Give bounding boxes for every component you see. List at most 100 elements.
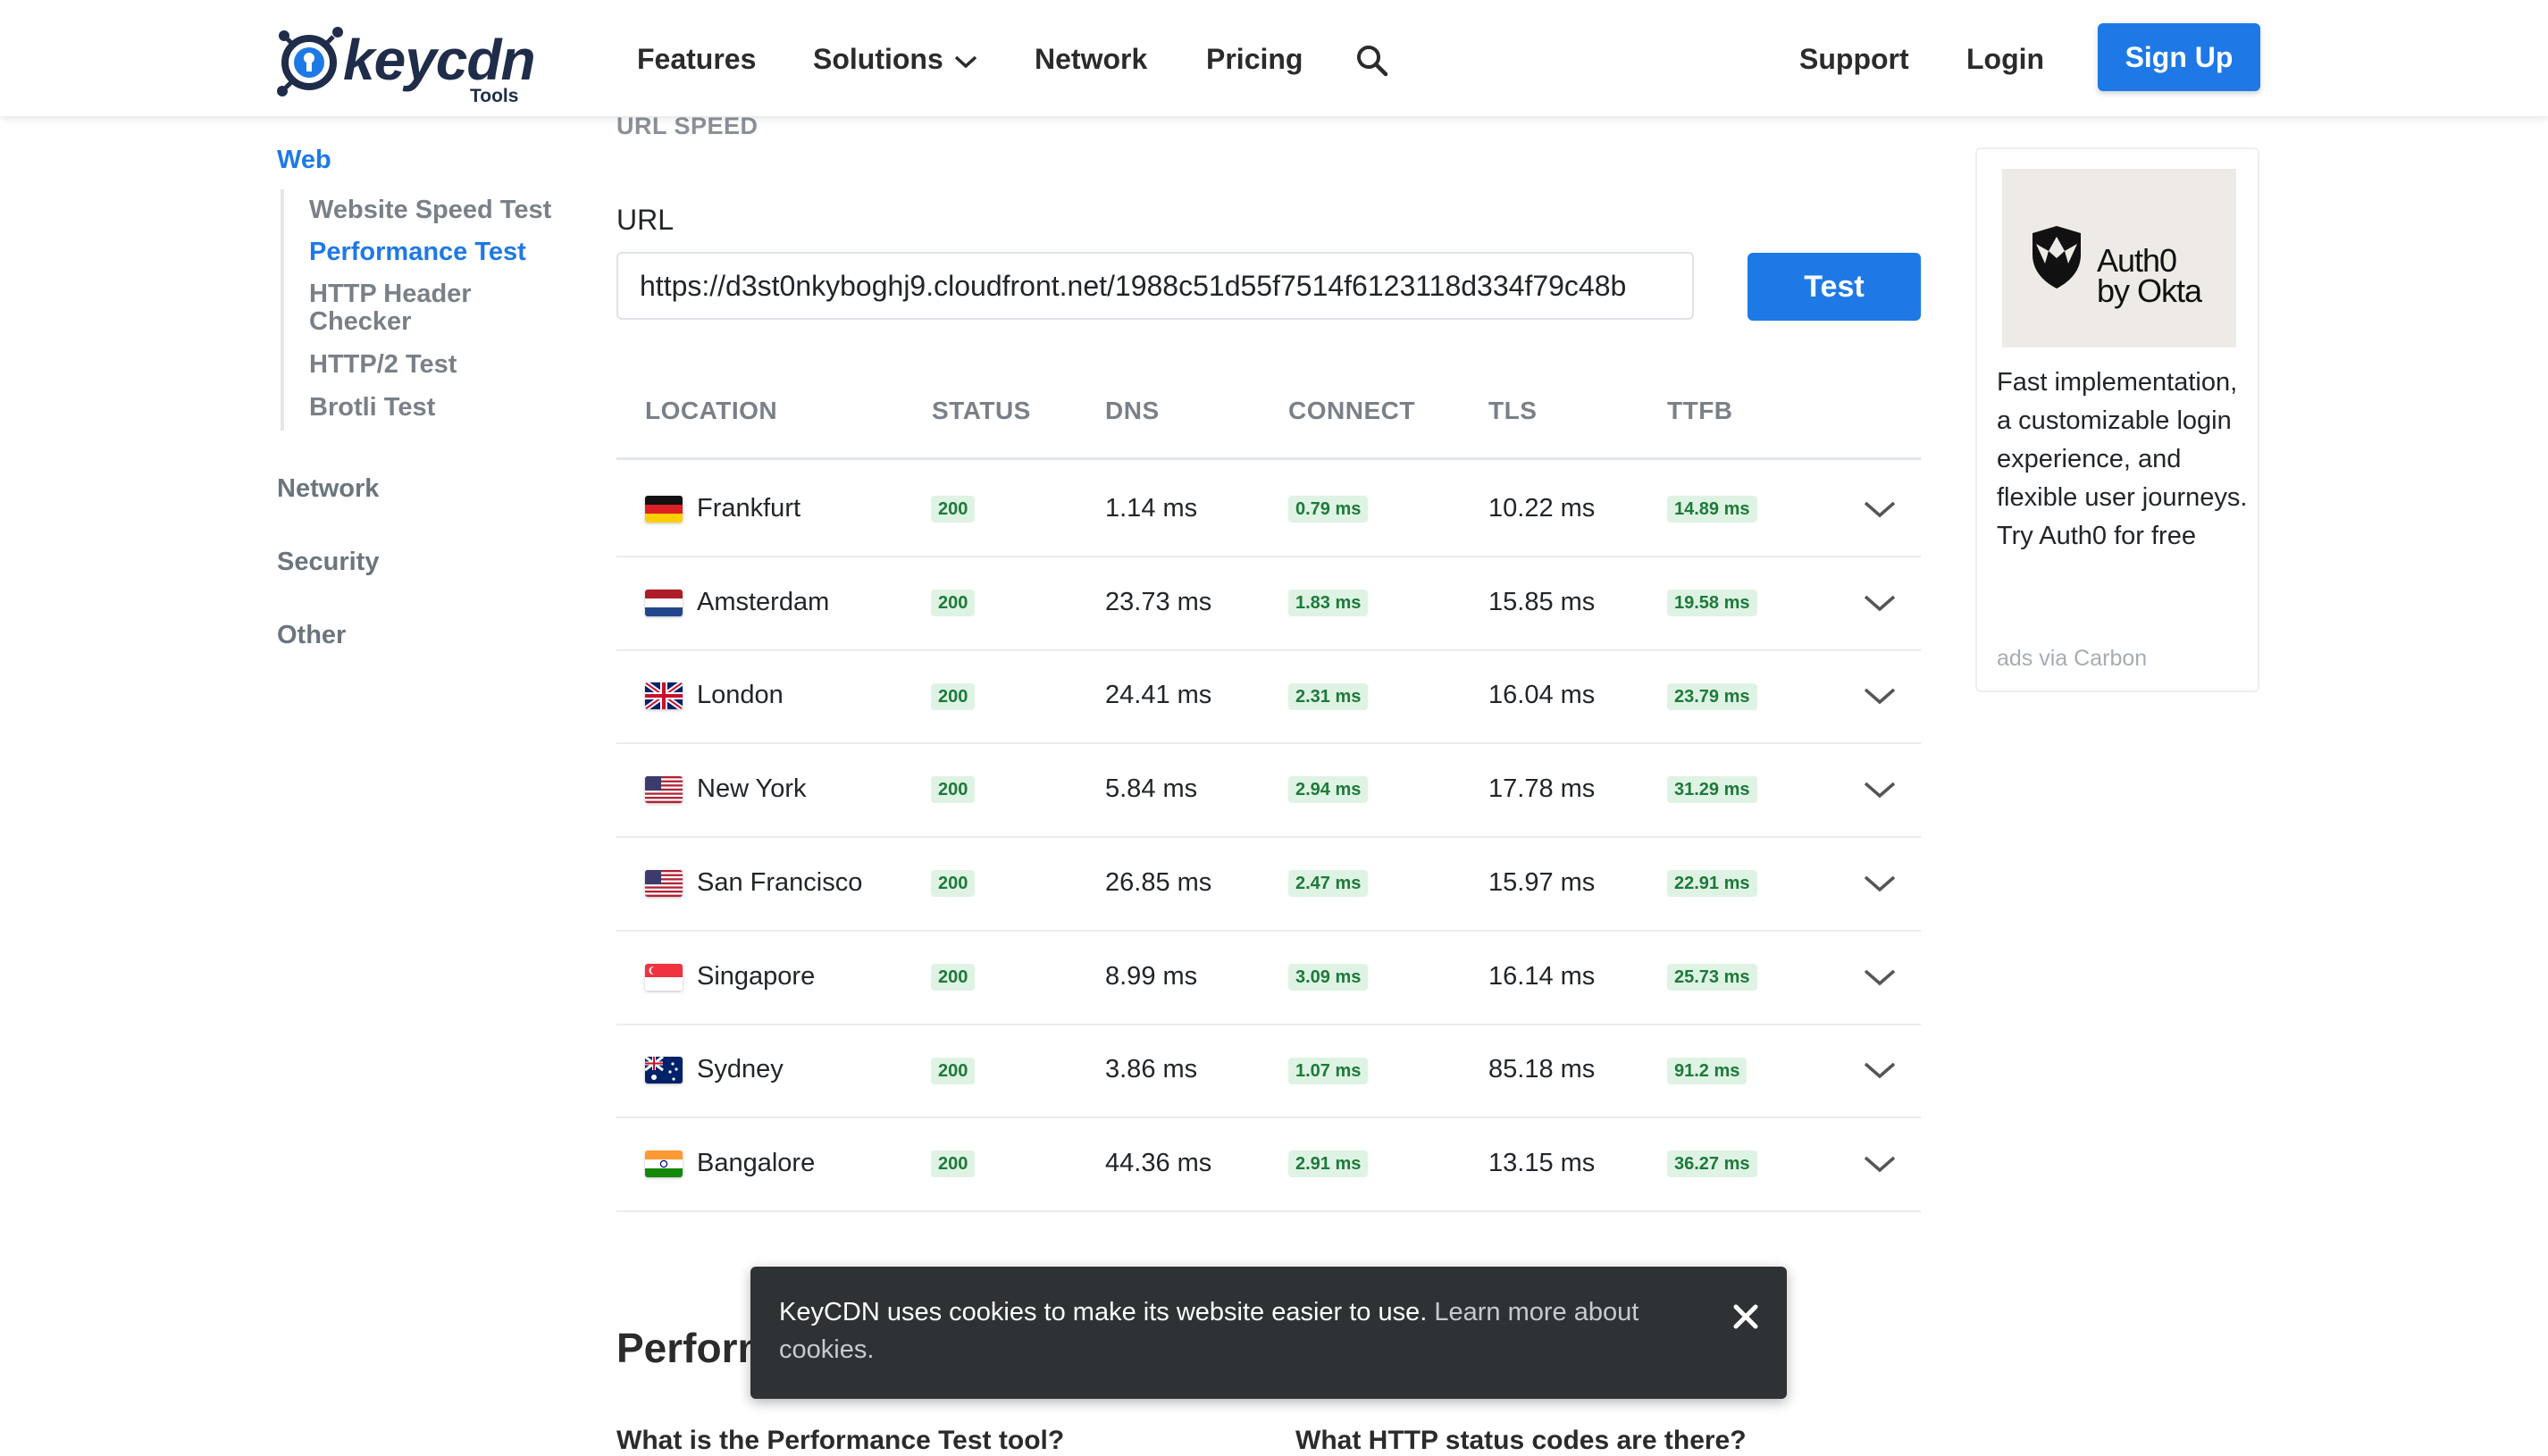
dns-cell: 44.36 ms xyxy=(1105,1148,1212,1177)
table-row[interactable]: Singapore 200 8.99 ms 3.09 ms 16.14 ms 25.73 … xyxy=(616,930,1921,1025)
ad-text[interactable]: Fast implementation, a customizable logi… xyxy=(1997,364,2250,556)
tls-cell: 10.22 ms xyxy=(1488,494,1596,523)
sidebar-link-website-speed-test[interactable]: Website Speed Test xyxy=(309,197,577,224)
column-header-ttfb: TTFB xyxy=(1667,397,1733,424)
location-cell: San Francisco xyxy=(697,867,863,897)
ttfb-badge: 14.89 ms xyxy=(1667,496,1757,523)
flag-icon xyxy=(645,1150,683,1177)
connect-badge: 1.07 ms xyxy=(1288,1057,1369,1084)
chevron-down-icon[interactable] xyxy=(1860,496,1899,523)
connect-badge: 2.47 ms xyxy=(1288,870,1369,898)
carbon-ad[interactable]: Auth0 by Okta Fast implementation, a cus… xyxy=(1975,147,2259,692)
flag-icon xyxy=(645,682,683,710)
close-icon[interactable] xyxy=(1731,1302,1760,1331)
column-header-connect: CONNECT xyxy=(1288,397,1415,424)
chevron-down-icon[interactable] xyxy=(1860,964,1899,991)
nav-network[interactable]: Network xyxy=(1035,39,1147,79)
ttfb-cell: 25.73 ms xyxy=(1667,930,1757,1024)
nav-solutions[interactable]: Solutions xyxy=(813,39,979,79)
site-header: keycdn Tools Features Solutions Network … xyxy=(0,0,2548,116)
status-badge: 200 xyxy=(931,870,976,898)
logo-wordmark: keycdn xyxy=(343,28,536,92)
ttfb-badge: 19.58 ms xyxy=(1667,590,1757,617)
flag-icon xyxy=(645,589,683,616)
ttfb-badge: 91.2 ms xyxy=(1667,1057,1748,1084)
cookie-banner: KeyCDN uses cookies to make its website … xyxy=(750,1267,1787,1399)
sidebar-link-performance-test[interactable]: Performance Test xyxy=(309,238,577,266)
connect-badge: 3.09 ms xyxy=(1288,963,1369,991)
table-row[interactable]: New York 200 5.84 ms 2.94 ms 17.78 ms 31.29 m… xyxy=(616,742,1921,839)
status-cell: 200 xyxy=(931,1023,976,1117)
status-badge: 200 xyxy=(931,1057,976,1084)
connect-badge: 0.79 ms xyxy=(1288,496,1369,523)
ttfb-badge: 23.79 ms xyxy=(1667,682,1757,710)
location-cell: Amsterdam xyxy=(697,587,830,616)
status-cell: 200 xyxy=(931,462,976,556)
ad-via-carbon[interactable]: ads via Carbon xyxy=(1997,646,2147,672)
connect-badge: 1.83 ms xyxy=(1288,590,1369,617)
table-row[interactable]: Frankfurt 200 1.14 ms 0.79 ms 10.22 ms 14.89 … xyxy=(616,462,1921,557)
table-row[interactable]: San Francisco 200 26.85 ms 2.47 ms 15.97 ms 2… xyxy=(616,836,1921,932)
ad-brand-name: Auth0 by Okta xyxy=(2097,245,2202,307)
tls-cell: 85.18 ms xyxy=(1488,1055,1596,1084)
nav-support[interactable]: Support xyxy=(1799,39,1909,79)
tls-cell: 15.97 ms xyxy=(1488,867,1596,897)
url-input[interactable] xyxy=(616,252,1694,320)
chevron-down-icon[interactable] xyxy=(1860,870,1899,897)
ttfb-cell: 14.89 ms xyxy=(1667,462,1757,556)
chevron-down-icon[interactable] xyxy=(1860,682,1899,709)
table-row[interactable]: Sydney 200 3.86 ms 1.07 ms 85.18 ms 91.2 ms xyxy=(616,1023,1921,1119)
column-header-status: STATUS xyxy=(932,397,1031,424)
sidebar-category-web[interactable]: Web xyxy=(277,146,331,175)
faq-heading-performance-test: What is the Performance Test tool? xyxy=(616,1426,1065,1455)
table-row[interactable]: London 200 24.41 ms 2.31 ms 16.04 ms 23.79 ms xyxy=(616,649,1921,745)
keycdn-logo[interactable]: keycdn Tools xyxy=(277,20,536,109)
connect-badge: 2.94 ms xyxy=(1288,776,1369,804)
sidebar-category-security[interactable]: Security xyxy=(277,548,379,577)
ttfb-cell: 23.79 ms xyxy=(1667,649,1757,742)
connect-badge: 2.31 ms xyxy=(1288,682,1369,710)
flag-icon xyxy=(645,776,683,804)
cookie-message: KeyCDN uses cookies to make its website … xyxy=(779,1293,1672,1368)
search-icon[interactable] xyxy=(1354,43,1390,79)
auth0-shield-icon xyxy=(2033,226,2081,289)
sidebar-category-network[interactable]: Network xyxy=(277,474,379,504)
signup-button[interactable]: Sign Up xyxy=(2098,23,2260,91)
tls-cell: 17.78 ms xyxy=(1488,774,1596,804)
connect-cell: 2.47 ms xyxy=(1288,836,1369,930)
chevron-down-icon[interactable] xyxy=(1860,1057,1899,1084)
ttfb-badge: 25.73 ms xyxy=(1667,963,1757,991)
table-row[interactable]: Amsterdam 200 23.73 ms 1.83 ms 15.85 ms 19.58… xyxy=(616,556,1921,651)
dns-cell: 8.99 ms xyxy=(1105,961,1198,991)
ad-image[interactable]: Auth0 by Okta xyxy=(2002,169,2236,347)
connect-cell: 2.91 ms xyxy=(1288,1117,1369,1210)
dns-cell: 26.85 ms xyxy=(1105,867,1212,897)
connect-cell: 0.79 ms xyxy=(1288,462,1369,556)
ttfb-cell: 22.91 ms xyxy=(1667,836,1757,930)
sidebar-link-http-header-checker[interactable]: HTTP Header Checker xyxy=(309,280,524,336)
table-row[interactable]: Bangalore 200 44.36 ms 2.91 ms 13.15 ms 36.27… xyxy=(616,1117,1921,1212)
connect-cell: 1.83 ms xyxy=(1288,556,1369,649)
chevron-down-icon[interactable] xyxy=(1860,776,1899,803)
chevron-down-icon[interactable] xyxy=(1860,590,1899,616)
sidebar-category-other[interactable]: Other xyxy=(277,621,346,650)
table-header-divider xyxy=(616,457,1921,460)
ttfb-cell: 36.27 ms xyxy=(1667,1117,1757,1210)
flag-icon xyxy=(645,1057,683,1084)
nav-pricing[interactable]: Pricing xyxy=(1206,39,1303,79)
dns-cell: 1.14 ms xyxy=(1105,494,1198,523)
dns-cell: 23.73 ms xyxy=(1105,587,1212,616)
location-cell: Bangalore xyxy=(697,1148,816,1177)
connect-cell: 2.31 ms xyxy=(1288,649,1369,742)
location-cell: Singapore xyxy=(697,961,816,991)
ttfb-cell: 31.29 ms xyxy=(1667,742,1757,836)
status-cell: 200 xyxy=(931,836,976,930)
chevron-down-icon[interactable] xyxy=(1860,1151,1899,1177)
sidebar-link-brotli-test[interactable]: Brotli Test xyxy=(309,394,577,422)
flag-icon xyxy=(645,963,683,991)
sidebar-link-http2-test[interactable]: HTTP/2 Test xyxy=(309,351,577,379)
nav-features[interactable]: Features xyxy=(637,39,756,79)
test-button[interactable]: Test xyxy=(1748,253,1921,321)
nav-login[interactable]: Login xyxy=(1966,39,2044,79)
logo-subtitle: Tools xyxy=(470,86,519,106)
